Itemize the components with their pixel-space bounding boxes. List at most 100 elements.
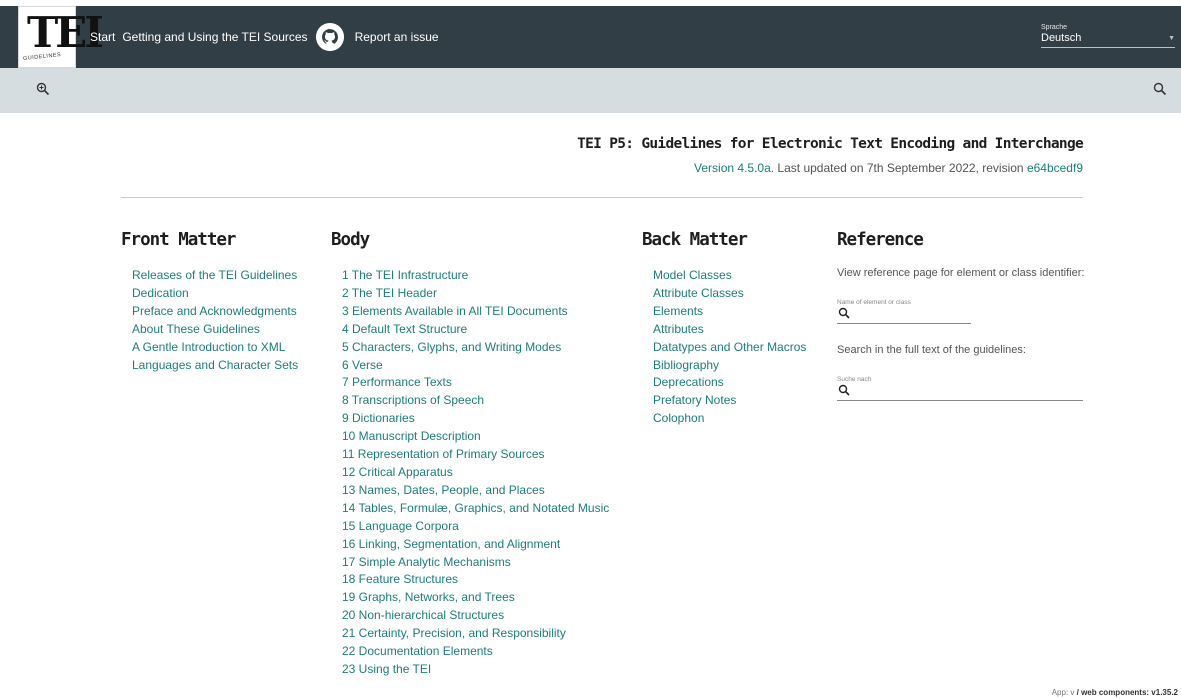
updated-text: . Last updated on 7th September 2022, re… <box>770 161 1027 175</box>
github-icon[interactable] <box>315 22 345 52</box>
list-item: Datatypes and Other Macros <box>653 339 806 357</box>
front-matter-column: Front Matter Releases of the TEI Guideli… <box>121 230 298 374</box>
language-select[interactable]: Sprache Deutsch ▼ <box>1041 24 1175 48</box>
list-item: 3 Elements Available in All TEI Document… <box>342 303 609 321</box>
fulltext-search-field[interactable]: Suche nach <box>837 376 1083 401</box>
reference-heading: Reference <box>837 230 924 250</box>
chapter-link[interactable]: 14 Tables, Formulæ, Graphics, and Notate… <box>342 501 609 515</box>
app-version: App: v / web components: v1.35.2 <box>1052 688 1178 697</box>
list-item: Dedication <box>132 285 298 303</box>
nav-start[interactable]: Start <box>90 30 115 44</box>
back-link[interactable]: Attributes <box>653 322 704 336</box>
search-icon <box>838 384 850 396</box>
list-item: 9 Dictionaries <box>342 410 609 428</box>
chapter-link[interactable]: 8 Transcriptions of Speech <box>342 393 484 407</box>
front-link[interactable]: About These Guidelines <box>132 322 260 336</box>
top-header: TEI GUIDELINES Start Getting and Using t… <box>0 6 1181 68</box>
web-components-version: web components: v1.35.2 <box>1081 688 1178 697</box>
list-item: Attributes <box>653 321 806 339</box>
back-link[interactable]: Colophon <box>653 411 704 425</box>
chapter-link[interactable]: 4 Default Text Structure <box>342 322 467 336</box>
list-item: Preface and Acknowledgments <box>132 303 298 321</box>
chapter-link[interactable]: 15 Language Corpora <box>342 519 459 533</box>
list-item: 18 Feature Structures <box>342 571 609 589</box>
back-link[interactable]: Prefatory Notes <box>653 393 736 407</box>
chapter-link[interactable]: 19 Graphs, Networks, and Trees <box>342 590 515 604</box>
list-item: Model Classes <box>653 267 806 285</box>
back-link[interactable]: Bibliography <box>653 358 719 372</box>
front-link[interactable]: A Gentle Introduction to XML <box>132 340 285 354</box>
search-field-label: Suche nach <box>837 376 872 383</box>
language-dropdown[interactable]: Deutsch ▼ <box>1041 32 1175 48</box>
list-item: 2 The TEI Header <box>342 285 609 303</box>
list-item: 13 Names, Dates, People, and Places <box>342 482 609 500</box>
list-item: 1 The TEI Infrastructure <box>342 267 609 285</box>
search-icon[interactable] <box>1153 82 1167 96</box>
element-name-field[interactable]: Name of element or class <box>837 299 971 324</box>
chapter-link[interactable]: 7 Performance Texts <box>342 375 452 389</box>
list-item: 21 Certainty, Precision, and Responsibil… <box>342 625 609 643</box>
list-item: 15 Language Corpora <box>342 518 609 536</box>
chapter-link[interactable]: 18 Feature Structures <box>342 572 458 586</box>
chapter-link[interactable]: 2 The TEI Header <box>342 286 437 300</box>
list-item: 14 Tables, Formulæ, Graphics, and Notate… <box>342 500 609 518</box>
search-icon <box>838 307 850 319</box>
chapter-link[interactable]: 1 The TEI Infrastructure <box>342 268 468 282</box>
list-item: 22 Documentation Elements <box>342 643 609 661</box>
list-item: 11 Representation of Primary Sources <box>342 446 609 464</box>
chapter-link[interactable]: 13 Names, Dates, People, and Places <box>342 483 545 497</box>
list-item: 6 Verse <box>342 357 609 375</box>
front-matter-list: Releases of the TEI Guidelines Dedicatio… <box>121 267 298 374</box>
chapter-link[interactable]: 6 Verse <box>342 358 383 372</box>
list-item: Prefatory Notes <box>653 392 806 410</box>
body-column: Body 1 The TEI Infrastructure 2 The TEI … <box>331 230 609 679</box>
front-link[interactable]: Releases of the TEI Guidelines <box>132 268 297 282</box>
back-matter-list: Model Classes Attribute Classes Elements… <box>642 267 806 428</box>
back-link[interactable]: Datatypes and Other Macros <box>653 340 806 354</box>
nav-report-issue[interactable]: Report an issue <box>355 30 439 44</box>
list-item: 7 Performance Texts <box>342 374 609 392</box>
list-item: 19 Graphs, Networks, and Trees <box>342 589 609 607</box>
chapter-link[interactable]: 9 Dictionaries <box>342 411 415 425</box>
app-version-prefix: App: v <box>1051 688 1075 697</box>
zoom-icon[interactable] <box>36 82 50 96</box>
chapter-link[interactable]: 23 Using the TEI <box>342 662 431 676</box>
front-link[interactable]: Dedication <box>132 286 189 300</box>
tei-logo[interactable]: TEI GUIDELINES <box>18 6 104 68</box>
chapter-link[interactable]: 21 Certainty, Precision, and Responsibil… <box>342 626 566 640</box>
chapter-link[interactable]: 17 Simple Analytic Mechanisms <box>342 555 511 569</box>
reference-panel: View reference page for element or class… <box>837 267 1085 401</box>
chapter-link[interactable]: 12 Critical Apparatus <box>342 465 453 479</box>
back-link[interactable]: Model Classes <box>653 268 732 282</box>
front-link[interactable]: Preface and Acknowledgments <box>132 304 297 318</box>
back-link[interactable]: Elements <box>653 304 703 318</box>
element-field-label: Name of element or class <box>837 299 911 306</box>
language-value: Deutsch <box>1041 32 1082 44</box>
toolbar <box>0 68 1181 113</box>
list-item: Bibliography <box>653 357 806 375</box>
list-item: 5 Characters, Glyphs, and Writing Modes <box>342 339 609 357</box>
list-item: 16 Linking, Segmentation, and Alignment <box>342 536 609 554</box>
revision-link[interactable]: e64bcedf9 <box>1027 161 1083 175</box>
chapter-link[interactable]: 5 Characters, Glyphs, and Writing Modes <box>342 340 561 354</box>
language-label: Sprache <box>1041 24 1068 31</box>
list-item: Releases of the TEI Guidelines <box>132 267 298 285</box>
reference-column: Reference View reference page for elemen… <box>837 230 1085 401</box>
list-item: 17 Simple Analytic Mechanisms <box>342 554 609 572</box>
list-item: 23 Using the TEI <box>342 661 609 679</box>
chapter-link[interactable]: 22 Documentation Elements <box>342 644 493 658</box>
back-link[interactable]: Deprecations <box>653 375 724 389</box>
nav-getting-sources[interactable]: Getting and Using the TEI Sources <box>122 30 307 44</box>
front-link[interactable]: Languages and Character Sets <box>132 358 298 372</box>
chapter-link[interactable]: 16 Linking, Segmentation, and Alignment <box>342 537 560 551</box>
back-matter-column: Back Matter Model Classes Attribute Clas… <box>642 230 806 428</box>
list-item: 4 Default Text Structure <box>342 321 609 339</box>
body-list: 1 The TEI Infrastructure 2 The TEI Heade… <box>331 267 609 679</box>
chapter-link[interactable]: 11 Representation of Primary Sources <box>342 447 545 461</box>
view-reference-text: View reference page for element or class… <box>837 267 1085 279</box>
chapter-link[interactable]: 3 Elements Available in All TEI Document… <box>342 304 568 318</box>
back-link[interactable]: Attribute Classes <box>653 286 744 300</box>
version-link[interactable]: Version 4.5.0a <box>694 161 771 175</box>
chapter-link[interactable]: 20 Non-hierarchical Structures <box>342 608 504 622</box>
chapter-link[interactable]: 10 Manuscript Description <box>342 429 481 443</box>
